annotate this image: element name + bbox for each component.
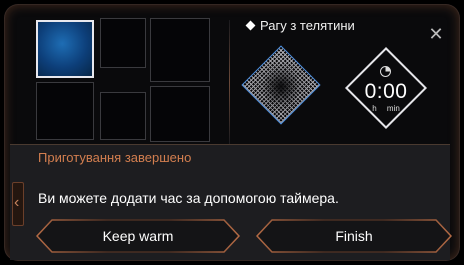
recipe-title: Рагу з телятини — [245, 18, 355, 33]
zone-top-middle[interactable] — [100, 18, 146, 68]
zone-bottom-middle[interactable] — [100, 92, 146, 140]
timer-button[interactable]: 0:00 h min — [344, 46, 428, 130]
recipe-title-text: Рагу з телятини — [260, 18, 355, 33]
status-message: Ви можете додати час за допомогою таймер… — [38, 190, 339, 206]
diamond-bullet-icon — [245, 20, 256, 31]
zone-top-right[interactable] — [150, 18, 210, 82]
finish-button[interactable]: Finish — [256, 219, 452, 253]
timer-icon — [380, 66, 391, 77]
status-title: Приготування завершено — [38, 150, 192, 165]
panel-back-button[interactable]: ‹ — [12, 182, 24, 226]
section-divider — [229, 20, 230, 145]
zone-bottom-left[interactable] — [36, 82, 94, 140]
finish-label: Finish — [335, 228, 373, 244]
timer-value: 0:00 — [364, 80, 408, 103]
burner-grid-pattern — [241, 45, 321, 125]
keep-warm-button[interactable]: Keep warm — [36, 219, 240, 253]
chevron-left-icon: ‹ — [14, 194, 20, 211]
burner-indicator[interactable] — [241, 45, 322, 126]
timer-units: h min — [344, 104, 428, 113]
cooking-zones-grid — [30, 14, 216, 144]
zone-top-left[interactable] — [36, 20, 94, 78]
zone-bottom-right[interactable] — [150, 86, 210, 142]
burner-diamond — [241, 45, 321, 125]
close-icon[interactable]: ✕ — [428, 25, 444, 43]
timer-unit-hours: h — [372, 104, 377, 113]
timer-unit-minutes: min — [386, 104, 400, 113]
keep-warm-label: Keep warm — [102, 228, 174, 244]
